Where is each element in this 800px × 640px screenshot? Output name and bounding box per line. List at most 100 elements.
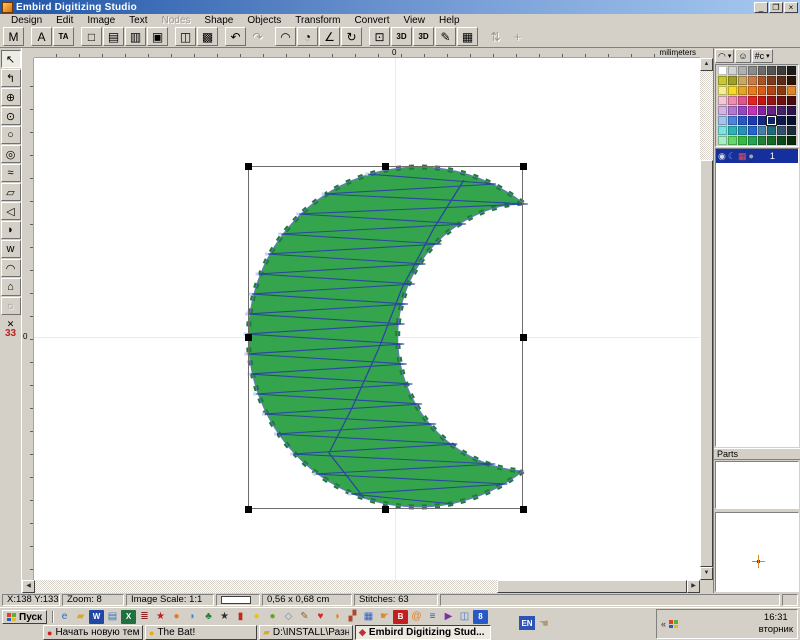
menu-text[interactable]: Text: [122, 15, 154, 26]
freehand-fill-tool[interactable]: ○: [1, 126, 21, 144]
scroll-left-button[interactable]: ◀: [22, 580, 35, 593]
palette-color[interactable]: [758, 116, 767, 125]
menu-help[interactable]: Help: [432, 15, 467, 26]
palette-color[interactable]: [718, 66, 727, 75]
palette-color[interactable]: [777, 136, 786, 145]
zigzag-tool[interactable]: w: [1, 240, 21, 258]
palette-color[interactable]: [787, 106, 796, 115]
palette-color[interactable]: [777, 96, 786, 105]
undo-button[interactable]: ↶: [225, 27, 246, 46]
parts-list[interactable]: [715, 461, 799, 509]
copy-button[interactable]: ◫: [175, 27, 196, 46]
design-canvas[interactable]: [34, 58, 700, 580]
close-button[interactable]: ×: [784, 2, 798, 13]
palette-color[interactable]: [748, 86, 757, 95]
palette-color[interactable]: [748, 66, 757, 75]
red-star-icon[interactable]: ★: [153, 610, 168, 624]
selection-handle-s[interactable]: [382, 506, 389, 513]
tray-windows-icon[interactable]: [669, 620, 678, 628]
diamond-icon[interactable]: ◇: [281, 610, 296, 624]
tray-expand-chevron[interactable]: «: [661, 619, 666, 629]
grid-window-icon[interactable]: ▦: [361, 610, 376, 624]
palette-color[interactable]: [787, 86, 796, 95]
menu-objects[interactable]: Objects: [240, 15, 288, 26]
palette-color[interactable]: [777, 76, 786, 85]
red-block-icon[interactable]: ▮: [233, 610, 248, 624]
media-b-icon[interactable]: B: [393, 610, 408, 624]
palette-color[interactable]: [758, 106, 767, 115]
palette-color[interactable]: [718, 96, 727, 105]
palette-color[interactable]: [767, 106, 776, 115]
palette-color[interactable]: [787, 96, 796, 105]
lines-icon[interactable]: ≡: [425, 610, 440, 624]
hatch-fill-tool[interactable]: ≈: [1, 164, 21, 182]
edit-text-button[interactable]: TA: [53, 27, 74, 46]
palette-color[interactable]: [738, 76, 747, 85]
palette-color[interactable]: [767, 126, 776, 135]
vertical-scroll-thumb[interactable]: [700, 160, 713, 567]
taskbar-window-button[interactable]: ▰D:\INSTALL\Разное\Embird: [259, 625, 353, 640]
layer-row[interactable]: ◉☾▦●1: [716, 149, 798, 163]
selection-handle-w[interactable]: [245, 334, 252, 341]
palette-color[interactable]: [738, 116, 747, 125]
palette-color[interactable]: [777, 66, 786, 75]
palette-color[interactable]: [758, 126, 767, 135]
palette-color[interactable]: [758, 76, 767, 85]
fill-direction-tool[interactable]: ◁: [1, 202, 21, 220]
outline-tool[interactable]: ▱: [1, 183, 21, 201]
vertical-scroll-track[interactable]: [700, 71, 713, 567]
palette-color[interactable]: [767, 136, 776, 145]
palette-color[interactable]: [748, 106, 757, 115]
palette-color[interactable]: [787, 116, 796, 125]
palette-color[interactable]: [718, 126, 727, 135]
purple-play-icon[interactable]: ▶: [441, 610, 456, 624]
palette-color[interactable]: [767, 96, 776, 105]
palette-color[interactable]: [728, 136, 737, 145]
horizontal-scroll-thumb[interactable]: [497, 580, 687, 593]
selection-handle-e[interactable]: [520, 334, 527, 341]
palette-color[interactable]: [777, 86, 786, 95]
image-tools-button[interactable]: ▦: [457, 27, 478, 46]
palette-color[interactable]: [758, 66, 767, 75]
palette-color[interactable]: [758, 86, 767, 95]
palette-color[interactable]: [728, 86, 737, 95]
new-design-button[interactable]: □: [81, 27, 102, 46]
palette-color[interactable]: [738, 136, 747, 145]
lettering-button[interactable]: A: [31, 27, 52, 46]
palette-color[interactable]: [728, 116, 737, 125]
menu-image[interactable]: Image: [80, 15, 122, 26]
palette-color[interactable]: [718, 76, 727, 85]
palette-color[interactable]: [718, 116, 727, 125]
vertical-scrollbar[interactable]: ▲ ▼: [700, 58, 713, 580]
save-design-button[interactable]: ▣: [147, 27, 168, 46]
palette-color[interactable]: [777, 106, 786, 115]
menu-edit[interactable]: Edit: [49, 15, 80, 26]
open-design-button[interactable]: ▤: [103, 27, 124, 46]
palette-color[interactable]: [787, 136, 796, 145]
palette-color[interactable]: [728, 66, 737, 75]
palette-color[interactable]: [767, 86, 776, 95]
hole-fill-tool[interactable]: ◎: [1, 145, 21, 163]
palette-color[interactable]: [718, 106, 727, 115]
render-3d-button[interactable]: 3̈D: [413, 27, 434, 46]
palette-color[interactable]: [728, 76, 737, 85]
thread-brand-button[interactable]: ☺: [735, 49, 750, 63]
selection-handle-se[interactable]: [520, 506, 527, 513]
menu-design[interactable]: Design: [4, 15, 49, 26]
language-indicator[interactable]: EN: [519, 616, 535, 630]
taskbar-window-button[interactable]: ●The Bat!: [145, 625, 257, 640]
palette-color[interactable]: [767, 76, 776, 85]
palette-color[interactable]: [767, 66, 776, 75]
excel-icon[interactable]: X: [121, 610, 136, 624]
palette-color[interactable]: [728, 126, 737, 135]
notepad-icon[interactable]: ◫: [457, 610, 472, 624]
scroll-up-button[interactable]: ▲: [700, 58, 713, 71]
red-flower-icon[interactable]: ♥: [313, 610, 328, 624]
palette-color[interactable]: [748, 96, 757, 105]
rotate-button[interactable]: ↻: [341, 27, 362, 46]
measure-button[interactable]: ◠: [275, 27, 296, 46]
node-edit-tool[interactable]: ↰: [1, 69, 21, 87]
palette-color[interactable]: [718, 86, 727, 95]
orange-dot-icon[interactable]: ●: [169, 610, 184, 624]
palette-color[interactable]: [728, 106, 737, 115]
